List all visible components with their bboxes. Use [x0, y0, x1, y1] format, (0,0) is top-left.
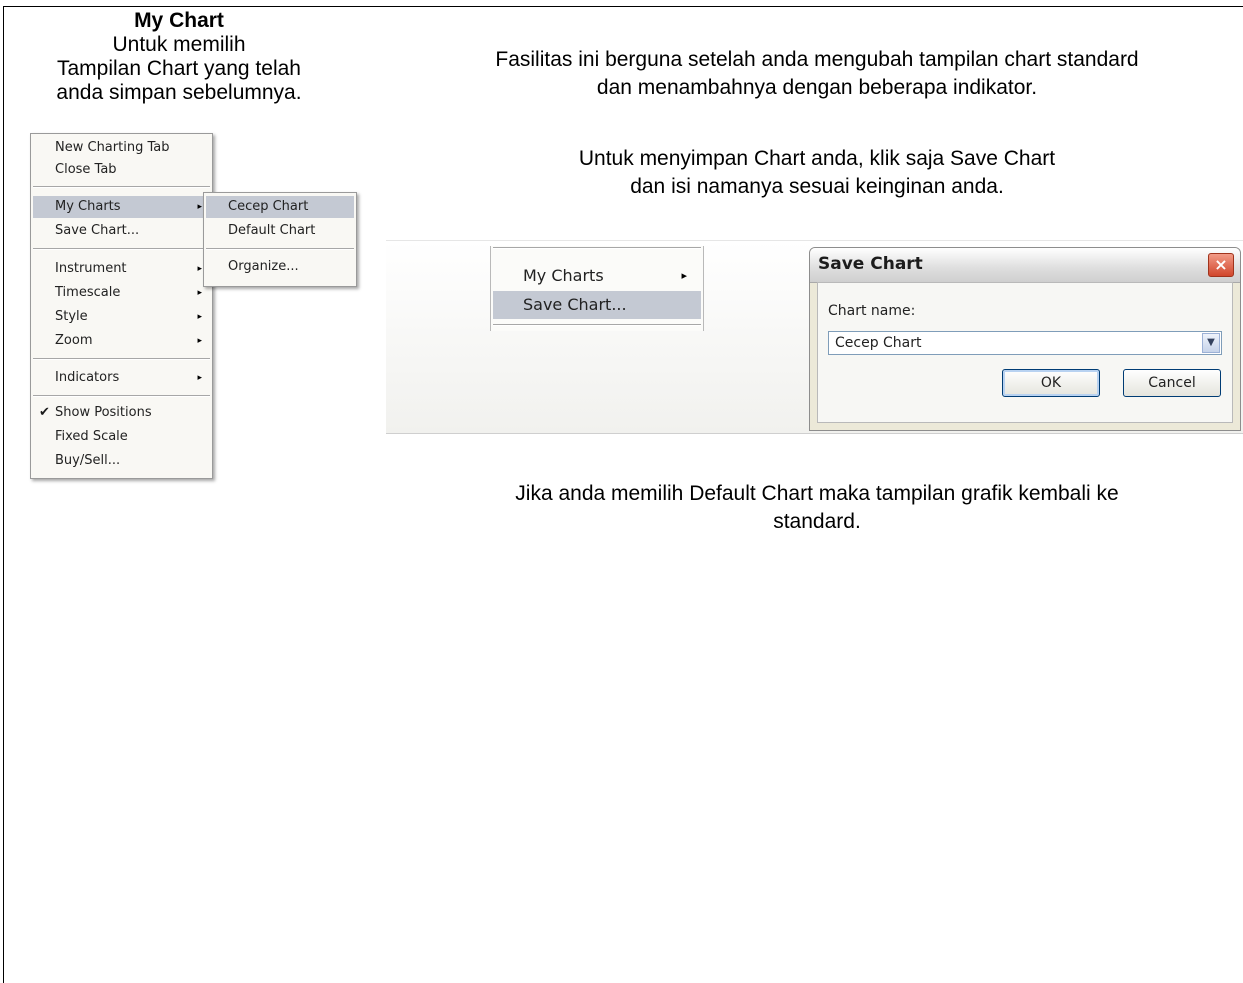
submenu-arrow-icon: ▸: [197, 202, 202, 212]
left-caption-line-1: Untuk memilih: [112, 33, 246, 56]
menu-item-indicators[interactable]: Indicators ▸: [33, 367, 210, 389]
default-chart-note: Jika anda memilih Default Chart maka tam…: [392, 480, 1242, 536]
default-note-line-1: Jika anda memilih Default Chart maka tam…: [515, 482, 1119, 505]
chart-name-value: Cecep Chart: [835, 335, 922, 351]
menu-item-new-charting-tab[interactable]: New Charting Tab: [33, 137, 210, 159]
dialog-titlebar: Save Chart ×: [810, 248, 1240, 283]
cancel-button[interactable]: Cancel: [1123, 369, 1221, 397]
save-hint-line-1: Untuk menyimpan Chart anda, klik saja Sa…: [578, 147, 1056, 170]
menu-separator: [33, 186, 210, 188]
menu-item-label: Cecep Chart: [228, 199, 309, 214]
submenu-arrow-icon: ▸: [197, 373, 202, 383]
left-caption-line-2: Tampilan Chart yang telah: [57, 57, 301, 80]
menu-item-show-positions[interactable]: ✔ Show Positions: [33, 402, 210, 424]
section-title: My Chart: [134, 9, 224, 32]
menu-item-my-charts[interactable]: My Charts ▸: [33, 196, 210, 218]
menu-separator: [33, 248, 210, 250]
chart-name-combobox[interactable]: Cecep Chart ▼: [828, 331, 1222, 355]
dialog-title: Save Chart: [818, 254, 923, 274]
menu-item-label: Show Positions: [55, 405, 152, 420]
menu-separator: [33, 358, 210, 360]
menu-item-label: My Charts: [55, 199, 121, 214]
menu-item-buy-sell[interactable]: Buy/Sell...: [33, 450, 210, 472]
close-icon[interactable]: ×: [1208, 253, 1234, 277]
submenu-arrow-icon: ▸: [197, 264, 202, 274]
menu-item-instrument[interactable]: Instrument ▸: [33, 258, 210, 280]
submenu-arrow-icon: ▸: [197, 288, 202, 298]
menu-item-label: Default Chart: [228, 223, 316, 238]
menu-item-label: Buy/Sell...: [55, 453, 121, 468]
menu-item-label: Close Tab: [55, 162, 117, 177]
save-chart-dialog: Save Chart × Chart name: Cecep Chart ▼ O…: [809, 247, 1241, 431]
menu-item-save-chart[interactable]: Save Chart...: [33, 220, 210, 242]
submenu-arrow-icon: ▸: [681, 269, 687, 282]
menu-separator: [206, 248, 354, 250]
submenu-item-organize[interactable]: Organize...: [206, 256, 354, 278]
menu-separator: [493, 247, 701, 249]
menu-item-label: Fixed Scale: [55, 429, 128, 444]
intro-line-1: Fasilitas ini berguna setelah anda mengu…: [495, 48, 1139, 71]
mini-context-menu: My Charts ▸ Save Chart...: [490, 246, 704, 331]
left-caption-line-3: anda simpan sebelumnya.: [56, 81, 302, 104]
mini-menu-item-my-charts[interactable]: My Charts ▸: [493, 262, 701, 290]
chart-context-menu: New Charting Tab Close Tab My Charts ▸ Sa…: [30, 133, 213, 479]
mini-menu-item-save-chart[interactable]: Save Chart...: [493, 291, 701, 319]
save-hint-line-2: dan isi namanya sesuai keinginan anda.: [630, 175, 1004, 198]
menu-item-label: Indicators: [55, 370, 120, 385]
default-note-line-2: standard.: [773, 510, 861, 533]
dropdown-arrow-icon[interactable]: ▼: [1202, 333, 1220, 353]
menu-item-style[interactable]: Style ▸: [33, 306, 210, 328]
save-hint-text: Untuk menyimpan Chart anda, klik saja Sa…: [392, 145, 1242, 201]
menu-item-close-tab[interactable]: Close Tab: [33, 159, 210, 181]
menu-item-label: Zoom: [55, 333, 93, 348]
menu-item-label: Timescale: [55, 285, 121, 300]
my-charts-submenu: Cecep Chart Default Chart Organize...: [203, 192, 357, 287]
submenu-arrow-icon: ▸: [197, 312, 202, 322]
menu-item-label: Style: [55, 309, 88, 324]
submenu-item-default-chart[interactable]: Default Chart: [206, 220, 354, 242]
checkmark-icon: ✔: [39, 405, 50, 420]
menu-item-label: My Charts: [523, 266, 604, 285]
menu-item-label: Organize...: [228, 259, 299, 274]
intro-text: Fasilitas ini berguna setelah anda mengu…: [392, 46, 1242, 102]
left-caption: My Chart Untuk memilih Tampilan Chart ya…: [4, 9, 354, 105]
intro-line-2: dan menambahnya dengan beberapa indikato…: [596, 76, 1038, 99]
menu-item-label: Instrument: [55, 261, 127, 276]
ok-button[interactable]: OK: [1002, 369, 1100, 397]
menu-item-label: New Charting Tab: [55, 140, 170, 155]
menu-item-zoom[interactable]: Zoom ▸: [33, 330, 210, 352]
menu-separator: [493, 324, 701, 326]
chart-name-label: Chart name:: [828, 303, 916, 319]
submenu-item-cecep-chart[interactable]: Cecep Chart: [206, 196, 354, 218]
menu-item-label: Save Chart...: [55, 223, 140, 238]
menu-item-fixed-scale[interactable]: Fixed Scale: [33, 426, 210, 448]
dialog-body: Chart name: Cecep Chart ▼ OK Cancel: [817, 282, 1233, 423]
save-chart-screenshot: My Charts ▸ Save Chart... Save Chart × Ch…: [386, 240, 1243, 434]
submenu-arrow-icon: ▸: [197, 336, 202, 346]
menu-item-label: Save Chart...: [523, 295, 627, 314]
menu-item-timescale[interactable]: Timescale ▸: [33, 282, 210, 304]
menu-separator: [33, 395, 210, 397]
